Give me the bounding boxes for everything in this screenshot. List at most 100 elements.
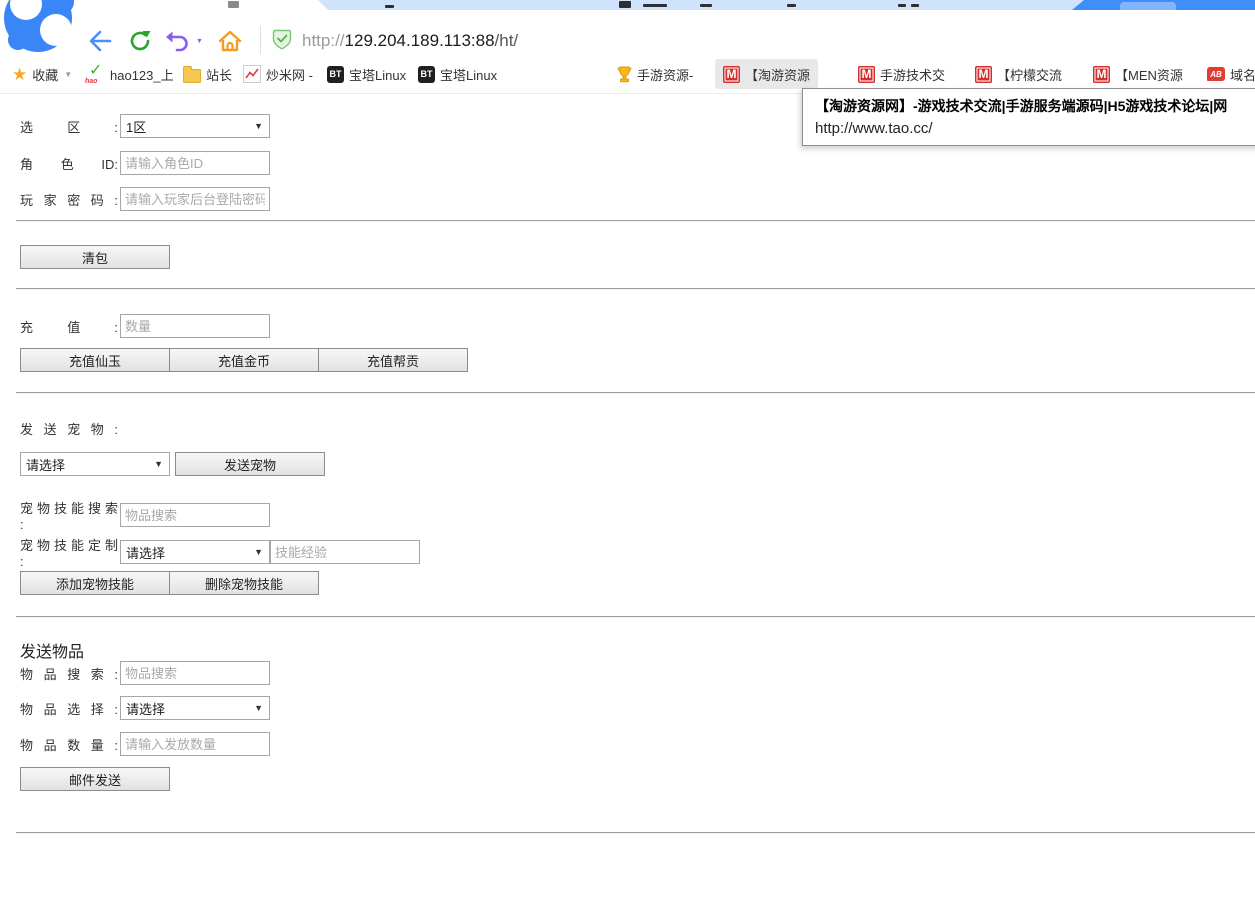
select-caret-icon: ▼ [254,547,263,557]
player-password-input[interactable] [120,187,270,211]
item-count-input[interactable] [120,732,270,756]
role-id-input[interactable] [120,151,270,175]
bookmark-hao123[interactable]: ✓ hao hao123_上 [85,59,174,89]
player-password-label: 玩 家 密 码 : [20,190,118,209]
security-shield-icon[interactable] [272,28,292,51]
pet-skill-search-row: 宠 物 技 能 搜 索 : [20,498,270,532]
new-tab-button-partial[interactable] [1120,2,1176,10]
tab-text-fragment [385,5,394,8]
recharge-gold-button[interactable]: 充值金币 [169,348,319,372]
bookmark-label: 【柠檬交流 [997,65,1062,84]
undo-button[interactable] [162,26,194,56]
bookmark-baota-linux-2[interactable]: BT 宝塔Linux [418,59,497,89]
bookmark-ningmeng-jiaoliu[interactable]: M 【柠檬交流 [975,59,1062,89]
item-select-label: 物 品 选 择 : [20,699,118,718]
divider [16,392,1255,394]
refresh-button[interactable] [124,26,156,56]
send-pet-select[interactable]: 请选择 ▼ [20,452,170,476]
recharge-banggong-button[interactable]: 充值帮贡 [318,348,468,372]
clear-bag-button[interactable]: 清包 [20,245,170,269]
tab-text-fragment [700,4,712,7]
tab-text-fragment [787,4,796,7]
tooltip-url: http://www.tao.cc/ [815,120,1251,137]
pet-skill-custom-select[interactable]: 请选择 ▼ [120,540,270,564]
bookmark-men-ziyuan[interactable]: M 【MEN资源 [1093,59,1183,89]
bookmark-taoyou-ziyuan[interactable]: M 【淘游资源 [715,59,818,89]
url-host: 129.204.189.113:88 [345,31,495,50]
bookmark-chaomiwang[interactable]: 炒米网 - [243,59,313,89]
recharge-xianyu-button[interactable]: 充值仙玉 [20,348,170,372]
bookmark-label: 【MEN资源 [1115,65,1183,84]
refresh-icon [127,28,153,54]
bookmark-baota-linux-1[interactable]: BT 宝塔Linux [327,59,406,89]
m-logo-icon: M [1093,66,1110,83]
recharge-row: 充 值 : [20,314,270,338]
browser-toolbar: ▼ http://129.204.189.113:88/ht/ [0,10,1255,56]
recharge-amount-input[interactable] [120,314,270,338]
pet-skill-custom-row: 宠 物 技 能 定 制 : 请选择 ▼ [20,535,420,569]
bookmark-zhanzhang-folder[interactable]: 站长 [183,59,232,89]
add-pet-skill-button[interactable]: 添加宠物技能 [20,571,170,595]
zone-select[interactable]: 1区 ▼ [120,114,270,138]
star-icon: ★ [12,66,27,83]
bookmark-label: 域名 [1230,65,1255,84]
item-search-input[interactable] [120,661,270,685]
bookmark-yuming[interactable]: AB 域名 [1207,59,1255,89]
item-count-label: 物 品 数 量 : [20,735,118,754]
chart-icon [243,65,261,83]
item-search-label: 物 品 搜 索 : [20,664,118,683]
send-pet-label: 发 送 宠 物 : [20,419,118,438]
browser-tab-strip [0,0,1255,10]
send-item-heading: 发送物品 [20,638,84,662]
item-select-row: 物 品 选 择 : 请选择 ▼ [20,696,270,720]
address-bar[interactable]: http://129.204.189.113:88/ht/ [302,31,518,51]
role-id-row: 角 色 ID: [20,151,270,175]
bookmark-label: 站长 [206,65,232,84]
bookmark-label: 宝塔Linux [349,65,406,84]
pet-skill-custom-label: 宠 物 技 能 定 制 : [20,535,118,569]
bookmark-label: 手游资源- [637,65,693,84]
m-logo-icon: M [723,66,740,83]
home-icon [217,28,243,54]
pet-skill-search-input[interactable] [120,503,270,527]
undo-dropdown-caret[interactable]: ▼ [196,38,203,45]
send-pet-label-row: 发 送 宠 物 : [20,419,120,438]
bt-icon: BT [418,66,435,83]
item-select[interactable]: 请选择 ▼ [120,696,270,720]
bookmark-shouyou-ziyuan[interactable]: 手游资源- [617,59,693,89]
tab-favicon-fragment [619,1,631,8]
bookmark-label: 收藏 [32,65,58,84]
undo-icon [165,28,191,54]
m-logo-icon: M [975,66,992,83]
remove-pet-skill-button[interactable]: 删除宠物技能 [169,571,319,595]
bookmark-shouyou-jishu[interactable]: M 手游技术交 [858,59,945,89]
mail-send-button[interactable]: 邮件发送 [20,767,170,791]
url-scheme: http:// [302,31,345,50]
player-password-row: 玩 家 密 码 : [20,187,270,211]
home-button[interactable] [214,26,246,56]
skill-exp-input[interactable] [270,540,420,564]
item-count-row: 物 品 数 量 : [20,732,270,756]
divider [16,288,1255,290]
bookmark-label: 宝塔Linux [440,65,497,84]
ab-logo-icon: AB [1207,67,1225,81]
bookmark-label: 手游技术交 [880,65,945,84]
tab-text-fragment [911,4,919,7]
send-pet-row: 请选择 ▼ 发送宠物 [20,452,325,476]
hao123-icon: ✓ hao [85,64,105,84]
pet-skill-search-label: 宠 物 技 能 搜 索 : [20,498,118,532]
select-caret-icon: ▼ [254,703,263,713]
select-caret-icon: ▼ [154,459,163,469]
bookmark-label: 炒米网 - [266,65,313,84]
bookmark-tooltip: 【淘游资源网】-游戏技术交流|手游服务端源码|H5游戏技术论坛|网 http:/… [802,88,1255,146]
bt-icon: BT [327,66,344,83]
browser-logo [0,0,94,58]
send-pet-button[interactable]: 发送宠物 [175,452,325,476]
recharge-label: 充 值 : [20,317,118,336]
toolbar-separator [260,26,261,54]
pet-skill-custom-select-value: 请选择 [126,543,165,562]
item-search-row: 物 品 搜 索 : [20,661,270,685]
select-caret-icon: ▼ [254,121,263,131]
item-select-value: 请选择 [126,699,165,718]
bookmark-favorites[interactable]: ★ 收藏 ▼ [12,59,72,89]
